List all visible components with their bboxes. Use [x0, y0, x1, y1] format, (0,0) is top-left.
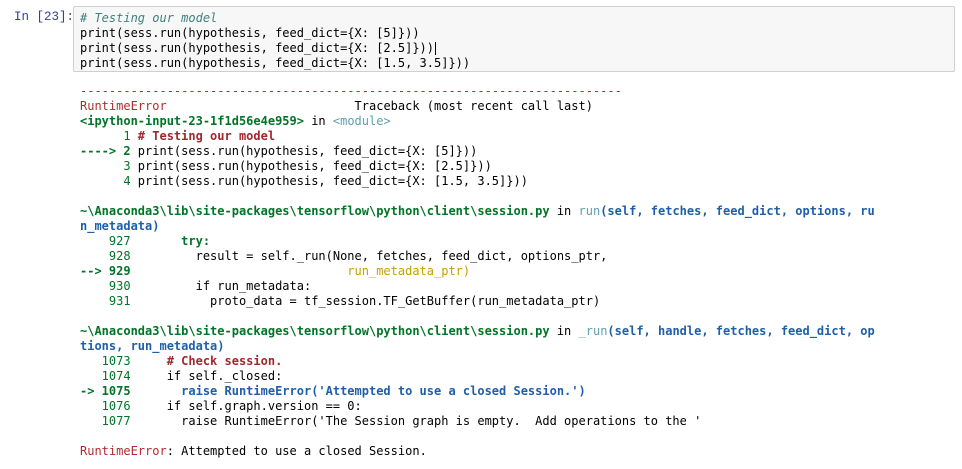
code-line-3-text[interactable]: print(sess.run(hypothesis, feed_dict={X:…	[80, 41, 434, 55]
line-marker: 927	[80, 234, 138, 248]
frame3-path: ~\Anaconda3\lib\site-packages\tensorflow…	[80, 324, 550, 338]
traceback-dashes: ----------------------------------------…	[80, 84, 622, 98]
frame1-in: in	[303, 114, 333, 128]
frame2-args: (self, fetches, feed_dict, options, ru	[600, 204, 875, 218]
frame2-line-927: 927 try:	[80, 234, 958, 249]
line-marker: 3	[80, 159, 138, 173]
frame2-line-931: 931 proto_data = tf_session.TF_GetBuffer…	[80, 294, 958, 309]
line-marker: 1077	[80, 414, 138, 428]
line-code: proto_data = tf_session.TF_GetBuffer(run…	[137, 294, 601, 308]
frame3-args-cont: tions, run_metadata)	[80, 339, 225, 353]
frame1-line-3: 3 print(sess.run(hypothesis, feed_dict={…	[80, 159, 958, 174]
frame3-line-1074: 1074 if self._closed:	[80, 369, 958, 384]
line-code: if run_metadata:	[137, 279, 312, 293]
frame1-line-4: 4 print(sess.run(hypothesis, feed_dict={…	[80, 174, 958, 189]
frame3-line-1077: 1077 raise RuntimeError('The Session gra…	[80, 414, 958, 429]
frame3-line-1076: 1076 if self.graph.version == 0:	[80, 399, 958, 414]
frame2-line-930: 930 if run_metadata:	[80, 279, 958, 294]
frame1-line-2: ----> 2 print(sess.run(hypothesis, feed_…	[80, 144, 958, 159]
frame3-args: (self, handle, fetches, feed_dict, op	[607, 324, 875, 338]
final-error: RuntimeError: Attempted to use a closed …	[80, 444, 958, 459]
notebook-cell: In [23]: # Testing our model print(sess.…	[0, 0, 962, 469]
line-code: if self.graph.version == 0:	[137, 399, 362, 413]
text-cursor	[435, 42, 437, 55]
code-line-comment[interactable]: # Testing our model	[80, 11, 948, 26]
frame3-func: _run	[578, 324, 608, 338]
line-code: if self._closed:	[137, 369, 283, 383]
line-code: raise RuntimeError('Attempted to use a c…	[137, 384, 586, 398]
line-code: run_metadata_ptr)	[137, 264, 471, 278]
line-code: raise RuntimeError('The Session graph is…	[137, 414, 702, 428]
error-name: RuntimeError	[80, 99, 167, 113]
final-error-message: : Attempted to use a closed Session.	[166, 444, 427, 458]
frame1-location: <ipython-input-23-1f1d56e4e959>	[80, 114, 304, 128]
line-code: print(sess.run(hypothesis, feed_dict={X:…	[137, 144, 478, 158]
line-marker: --> 929	[80, 264, 138, 278]
frame3-line-1073: 1073 # Check session.	[80, 354, 958, 369]
final-error-name: RuntimeError	[80, 444, 167, 458]
line-marker: 931	[80, 294, 138, 308]
traceback-header: RuntimeError Traceback (most recent call…	[80, 99, 958, 114]
frame1-module: <module>	[332, 114, 391, 128]
line-code: result = self._run(None, fetches, feed_d…	[137, 249, 608, 263]
line-marker: 1073	[80, 354, 138, 368]
input-prompt: In [23]:	[14, 10, 75, 24]
frame3-in: in	[549, 324, 579, 338]
line-code: # Check session.	[137, 354, 283, 368]
line-marker: 928	[80, 249, 138, 263]
code-line-4[interactable]: print(sess.run(hypothesis, feed_dict={X:…	[80, 56, 948, 71]
line-code: try:	[137, 234, 211, 248]
line-code: print(sess.run(hypothesis, feed_dict={X:…	[137, 174, 528, 188]
frame2-path: ~\Anaconda3\lib\site-packages\tensorflow…	[80, 204, 550, 218]
frame2-in: in	[549, 204, 579, 218]
line-code: # Testing our model	[137, 129, 276, 143]
frame3-line-1075: -> 1075 raise RuntimeError('Attempted to…	[80, 384, 958, 399]
frame2-args-cont: n_metadata)	[80, 219, 160, 233]
frame2-line-928: 928 result = self._run(None, fetches, fe…	[80, 249, 958, 264]
frame2-header: ~\Anaconda3\lib\site-packages\tensorflow…	[80, 204, 958, 219]
traceback-header-text: Traceback (most recent call last)	[166, 99, 593, 113]
code-line-2[interactable]: print(sess.run(hypothesis, feed_dict={X:…	[80, 26, 948, 41]
code-line-3[interactable]: print(sess.run(hypothesis, feed_dict={X:…	[80, 41, 948, 56]
line-marker: 1074	[80, 369, 138, 383]
frame2-func: run	[578, 204, 601, 218]
output-area: ----------------------------------------…	[80, 84, 958, 459]
line-marker: ----> 2	[80, 144, 138, 158]
line-marker: 1	[80, 129, 138, 143]
code-editor[interactable]: # Testing our model print(sess.run(hypot…	[73, 6, 955, 72]
line-marker: -> 1075	[80, 384, 138, 398]
line-marker: 930	[80, 279, 138, 293]
frame2-line-929: --> 929 run_metadata_ptr)	[80, 264, 958, 279]
frame3-header: ~\Anaconda3\lib\site-packages\tensorflow…	[80, 324, 958, 339]
frame1-header: <ipython-input-23-1f1d56e4e959> in <modu…	[80, 114, 958, 129]
line-marker: 4	[80, 174, 138, 188]
line-code: print(sess.run(hypothesis, feed_dict={X:…	[137, 159, 492, 173]
frame1-line-1: 1 # Testing our model	[80, 129, 958, 144]
line-marker: 1076	[80, 399, 138, 413]
